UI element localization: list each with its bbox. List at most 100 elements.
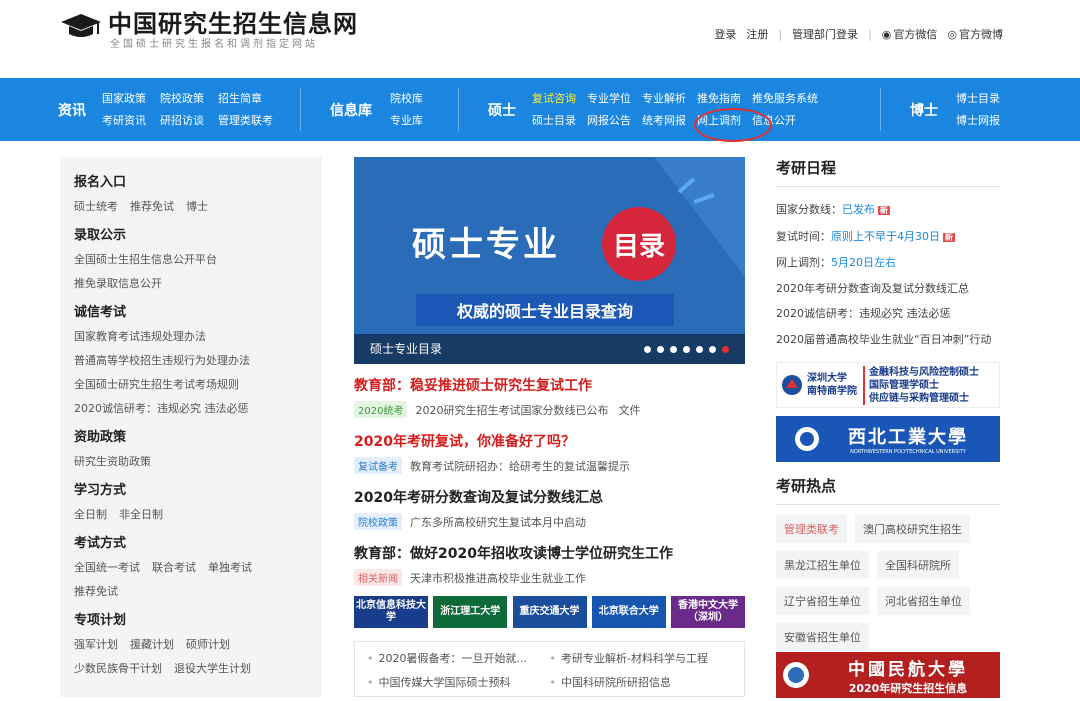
weibo-link[interactable]: 官方微博 (959, 26, 1003, 42)
nav-item[interactable]: 博士目录 (956, 88, 1000, 110)
hot-tag[interactable]: 辽宁省招生单位 (776, 587, 869, 615)
sidebar-link[interactable]: 研究生资助政策 (74, 455, 151, 468)
sidebar-link[interactable]: 博士 (186, 200, 208, 213)
nav-item[interactable]: 博士网报 (956, 110, 1000, 132)
sidebar-link[interactable]: 援藏计划 (130, 638, 174, 651)
news-link[interactable]: 文件 (618, 402, 640, 418)
schedule-link[interactable]: 2020诚信研考：违规必究 违法必惩 (776, 301, 1000, 327)
news-title[interactable]: 教育部：稳妥推进硕士研究生复试工作 (354, 376, 745, 396)
nav-item[interactable]: 国家政策 (102, 88, 146, 110)
cauc-ad[interactable]: 中國民航大學 2020年研究生招生信息 (776, 652, 1000, 698)
quick-link[interactable]: 中国科研院所研招信息 (550, 674, 733, 690)
nav-item[interactable]: 管理类联考 (218, 110, 273, 132)
news-link[interactable]: 天津市积极推进高校毕业生就业工作 (410, 570, 586, 586)
sidebar-link[interactable]: 全国硕士生招生信息公开平台 (74, 253, 217, 266)
sidebar-link[interactable]: 2020诚信研考：违规必究 违法必惩 (74, 402, 249, 415)
nav-item[interactable]: 专业库 (390, 110, 423, 132)
sidebar-link[interactable]: 全国硕士研究生招生考试考场规则 (74, 378, 239, 391)
nav-label-zixun[interactable]: 资讯 (58, 100, 86, 120)
sidebar-heading: 学习方式 (74, 483, 127, 498)
hot-tag[interactable]: 河北省招生单位 (877, 587, 970, 615)
sidebar-link[interactable]: 推免录取信息公开 (74, 277, 162, 290)
sidebar-link[interactable]: 联合考试 (152, 561, 196, 574)
carousel-dot[interactable] (657, 346, 664, 353)
nav-label-shuoshi[interactable]: 硕士 (488, 100, 516, 120)
register-link[interactable]: 注册 (746, 26, 768, 42)
sidebar-link[interactable]: 硕士统考 (74, 200, 118, 213)
nav-item[interactable]: 专业解析 (642, 88, 686, 110)
news-link[interactable]: 广东多所高校研究生复试本月中启动 (410, 514, 586, 530)
news-link[interactable]: 教育考试院研招办：给研考生的复试温馨提示 (410, 458, 630, 474)
graduation-cap-icon (61, 14, 101, 37)
news-tag[interactable]: 院校政策 (354, 513, 402, 530)
hot-tag[interactable]: 管理类联考 (776, 515, 847, 543)
carousel-dot[interactable] (670, 346, 677, 353)
carousel-dot[interactable] (709, 346, 716, 353)
nav-item[interactable]: 院校政策 (160, 88, 204, 110)
schedule-link[interactable]: 2020年考研分数查询及复试分数线汇总 (776, 276, 1000, 302)
schedule-value[interactable]: 已发布 (842, 203, 875, 216)
nwpu-ad[interactable]: 西北工業大學 NORTHWESTERN POLYTECHNICAL UNIVER… (776, 416, 1000, 462)
nav-item[interactable]: 网报公告 (587, 110, 631, 132)
sidebar-link[interactable]: 退役大学生计划 (174, 662, 251, 675)
szu-ad[interactable]: 深圳大学 南特商学院 金融科技与风险控制硕士 国际管理学硕士 供应链与采购管理硕… (776, 362, 1000, 408)
cauc-name: 中國民航大學 (848, 659, 968, 680)
hot-tag[interactable]: 安徽省招生单位 (776, 623, 869, 651)
quick-link[interactable]: 考研专业解析-材料科学与工程 (550, 650, 733, 666)
nav-divider (880, 88, 881, 131)
university-logo[interactable]: 北京信息科技大学 (354, 596, 428, 628)
nav-label-xinxiku[interactable]: 信息库 (330, 100, 372, 120)
nav-item[interactable]: 院校库 (390, 88, 423, 110)
sidebar-link[interactable]: 强军计划 (74, 638, 118, 651)
sidebar-link[interactable]: 硕师计划 (186, 638, 230, 651)
nav-item[interactable]: 推免服务系统 (752, 88, 818, 110)
carousel-dot-active[interactable] (722, 346, 729, 353)
sidebar-link[interactable]: 少数民族骨干计划 (74, 662, 162, 675)
carousel-dot[interactable] (696, 346, 703, 353)
nav-item[interactable]: 推免指南 (697, 88, 741, 110)
sidebar-link[interactable]: 单独考试 (208, 561, 252, 574)
news-title[interactable]: 教育部：做好2020年招收攻读博士学位研究生工作 (354, 544, 745, 564)
nav-item[interactable]: 硕士目录 (532, 110, 576, 132)
sidebar: 报名入口 硕士统考 推荐免试 博士 录取公示 全国硕士生招生信息公开平台 推免录取信… (60, 157, 322, 697)
hot-tag[interactable]: 全国科研院所 (877, 551, 959, 579)
university-logo[interactable]: 重庆交通大学 (512, 596, 587, 628)
sidebar-link[interactable]: 国家教育考试违规处理办法 (74, 330, 206, 343)
admin-login-link[interactable]: 管理部门登录 (792, 26, 858, 42)
carousel-dot[interactable] (683, 346, 690, 353)
news-tag[interactable]: 复试备考 (354, 457, 402, 474)
sidebar-link[interactable]: 全国统一考试 (74, 561, 140, 574)
login-link[interactable]: 登录 (714, 26, 736, 42)
sidebar-link[interactable]: 全日制 (74, 508, 107, 521)
nav-item[interactable]: 统考网报 (642, 110, 686, 132)
news-title[interactable]: 2020年考研复试，你准备好了吗？ (354, 432, 745, 452)
university-logo[interactable]: 浙江理工大学 (433, 596, 508, 628)
hot-tag[interactable]: 黑龙江招生单位 (776, 551, 869, 579)
nav-item[interactable]: 考研资讯 (102, 110, 146, 132)
schedule-value[interactable]: 5月20日左右 (831, 256, 896, 269)
nav-item-retest-consult[interactable]: 复试咨询 (532, 88, 576, 110)
site-logo[interactable]: 中国研究生招生信息网 全国硕士研究生报名和调剂指定网站 (60, 10, 358, 52)
carousel-dot[interactable] (644, 346, 651, 353)
quick-link[interactable]: 中国传媒大学国际硕士预科 (367, 674, 550, 690)
university-logo[interactable]: 北京联合大学 (591, 596, 666, 628)
news-tag[interactable]: 2020统考 (354, 401, 408, 418)
sidebar-link[interactable]: 推荐免试 (130, 200, 174, 213)
news-tag[interactable]: 相关新闻 (354, 569, 402, 586)
university-logo[interactable]: 香港中文大学（深圳） (671, 596, 745, 628)
sidebar-link[interactable]: 非全日制 (119, 508, 163, 521)
nav-item[interactable]: 研招访谈 (160, 110, 204, 132)
schedule-value[interactable]: 原则上不早于4月30日 (831, 230, 940, 243)
hot-tag[interactable]: 澳门高校研究生招生 (855, 515, 970, 543)
quick-link[interactable]: 2020暑假备考：一旦开始就... (367, 650, 550, 666)
sidebar-link[interactable]: 推荐免试 (74, 585, 118, 598)
news-title[interactable]: 2020年考研分数查询及复试分数线汇总 (354, 488, 745, 508)
news-link[interactable]: 2020研究生招生考试国家分数线已公布 (415, 402, 608, 418)
schedule-link[interactable]: 2020届普通高校毕业生就业“百日冲刺”行动 (776, 327, 1000, 353)
nav-item[interactable]: 招生简章 (218, 88, 273, 110)
nav-item[interactable]: 专业学位 (587, 88, 631, 110)
banner-carousel[interactable]: 硕士专业 目录 权威的硕士专业目录查询 硕士专业目录 (354, 157, 745, 364)
nav-label-boshi[interactable]: 博士 (910, 100, 938, 120)
sidebar-link[interactable]: 普通高等学校招生违规行为处理办法 (74, 354, 250, 367)
wechat-link[interactable]: 官方微信 (893, 26, 937, 42)
